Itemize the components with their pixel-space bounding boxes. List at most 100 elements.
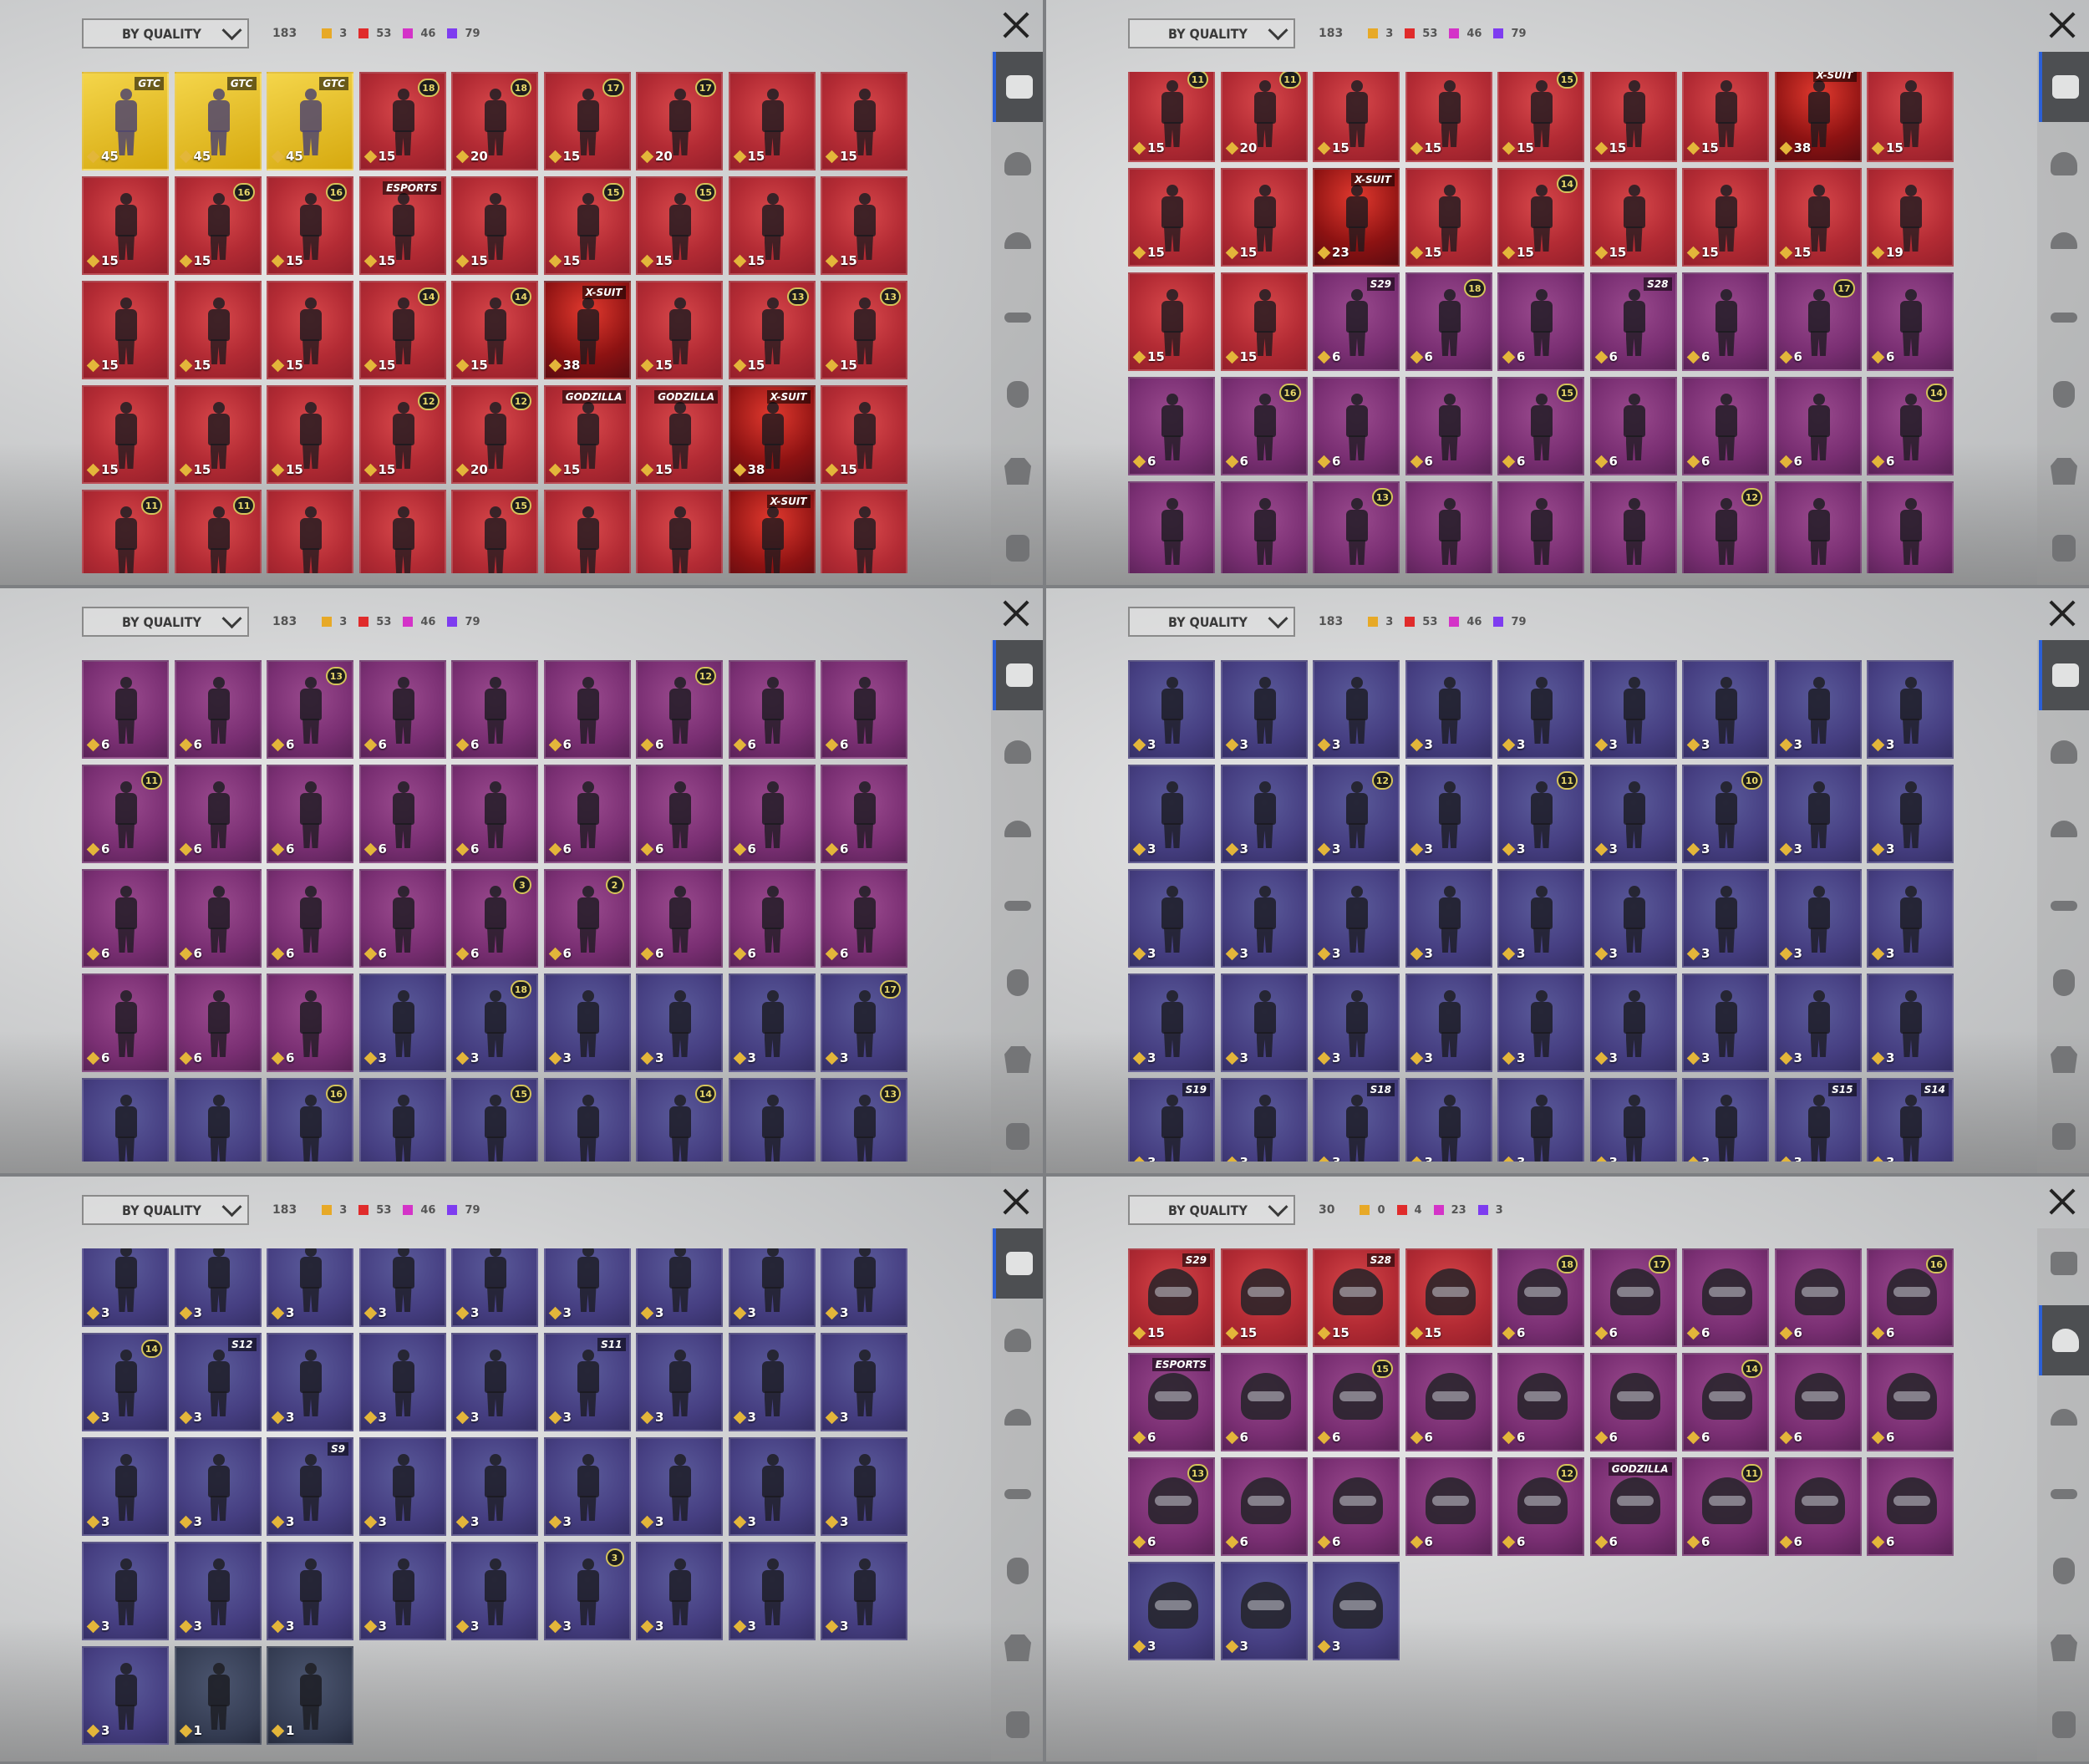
outfit-item[interactable]: GODZILLA 15 — [543, 385, 631, 484]
outfit-item[interactable] — [1867, 481, 1954, 573]
outfit-item[interactable]: 6 — [358, 660, 446, 759]
outfit-item[interactable]: 3 — [358, 1333, 446, 1431]
outfit-item[interactable]: 3 — [1128, 869, 1215, 968]
helmet-item[interactable]: 13 6 — [1128, 1457, 1215, 1556]
outfit-item[interactable]: 3 — [1313, 869, 1400, 968]
tab-glasses[interactable] — [2039, 282, 2089, 353]
close-icon[interactable] — [1001, 598, 1031, 628]
outfit-item[interactable]: 3 — [174, 1248, 262, 1327]
helmet-item[interactable]: S29 15 — [1128, 1248, 1215, 1347]
outfit-item[interactable]: 6 — [1313, 377, 1400, 475]
outfit-item[interactable]: 16 — [267, 1078, 353, 1162]
outfit-item[interactable]: 6 — [1497, 272, 1584, 371]
outfit-item[interactable]: 3 — [1682, 1078, 1769, 1162]
tab-outfit[interactable] — [993, 1228, 1043, 1299]
outfit-item[interactable]: 6 — [728, 765, 816, 863]
outfit-item[interactable]: 12 6 — [636, 660, 723, 759]
helmet-item[interactable]: 6 — [1313, 1457, 1400, 1556]
outfit-item[interactable]: 10 3 — [1682, 765, 1769, 863]
outfit-item[interactable]: 6 — [82, 660, 169, 759]
outfit-item[interactable] — [358, 490, 446, 573]
outfit-item[interactable]: 14 6 — [1867, 377, 1954, 475]
helmet-item[interactable]: 3 — [1313, 1562, 1400, 1660]
outfit-item[interactable]: 3 — [451, 1333, 538, 1431]
outfit-item[interactable] — [543, 490, 631, 573]
outfit-item[interactable]: 3 — [1682, 974, 1769, 1072]
tab-outfit[interactable] — [993, 640, 1043, 710]
outfit-item[interactable]: 16 15 — [267, 176, 353, 275]
outfit-item[interactable]: 3 — [1405, 869, 1492, 968]
outfit-item[interactable]: 3 — [1867, 974, 1954, 1072]
outfit-item[interactable] — [1497, 481, 1584, 573]
outfit-item[interactable]: 15 — [451, 176, 538, 275]
helmet-item[interactable]: 16 6 — [1867, 1248, 1954, 1347]
tab-cap[interactable] — [2039, 794, 2089, 864]
outfit-item[interactable]: 6 — [1128, 377, 1215, 475]
outfit-item[interactable]: 3 — [636, 1542, 723, 1640]
outfit-item[interactable]: 3 — [728, 1437, 816, 1536]
outfit-item[interactable]: 3 — [1220, 1078, 1308, 1162]
outfit-item[interactable]: 11 15 — [1128, 72, 1215, 162]
outfit-item[interactable]: 36 — [451, 869, 538, 968]
outfit-item[interactable]: 3 — [1589, 765, 1677, 863]
tab-cap[interactable] — [993, 206, 1043, 276]
outfit-item[interactable]: 26 — [543, 869, 631, 968]
helmet-item[interactable]: 6 — [1405, 1353, 1492, 1451]
outfit-item[interactable]: 3 — [82, 1646, 169, 1745]
outfit-item[interactable]: 3 — [636, 1333, 723, 1431]
outfit-item[interactable]: 3 — [1497, 1078, 1584, 1162]
sort-dropdown[interactable]: BY QUALITY — [1128, 1195, 1295, 1225]
outfit-item[interactable] — [1405, 481, 1492, 573]
helmet-item[interactable]: 11 6 — [1682, 1457, 1769, 1556]
helmet-item[interactable]: 15 6 — [1313, 1353, 1400, 1451]
outfit-item[interactable]: 3 — [1774, 974, 1862, 1072]
outfit-item[interactable]: 15 — [174, 281, 262, 379]
outfit-item[interactable]: 18 20 — [451, 72, 538, 170]
outfit-item[interactable] — [821, 490, 907, 573]
outfit-item[interactable]: 15 15 — [636, 176, 723, 275]
outfit-item[interactable]: X-SUIT 38 — [1774, 72, 1862, 162]
outfit-item[interactable]: 3 — [1682, 660, 1769, 759]
outfit-item[interactable]: 3 — [821, 1248, 907, 1327]
outfit-item[interactable]: 12 — [1682, 481, 1769, 573]
outfit-item[interactable]: 3 — [728, 1333, 816, 1431]
outfit-item[interactable]: S12 3 — [174, 1333, 262, 1431]
helmet-item[interactable]: 17 6 — [1589, 1248, 1677, 1347]
outfit-item[interactable]: 6 — [1682, 272, 1769, 371]
outfit-item[interactable]: X-SUIT 38 — [728, 385, 816, 484]
outfit-item[interactable]: 15 15 — [543, 176, 631, 275]
helmet-item[interactable]: 6 — [1682, 1248, 1769, 1347]
helmet-item[interactable]: 15 — [1220, 1248, 1308, 1347]
outfit-item[interactable]: 3 — [1405, 1078, 1492, 1162]
sort-dropdown[interactable]: BY QUALITY — [1128, 607, 1295, 637]
helmet-item[interactable]: 6 — [1867, 1457, 1954, 1556]
tab-jacket[interactable] — [2039, 1024, 2089, 1095]
tab-outfit[interactable] — [2039, 640, 2089, 710]
outfit-item[interactable]: 3 — [1128, 765, 1215, 863]
outfit-item[interactable]: 15 — [1405, 168, 1492, 267]
outfit-item[interactable]: 16 6 — [1220, 377, 1308, 475]
outfit-item[interactable]: 6 — [636, 765, 723, 863]
tab-cap[interactable] — [2039, 206, 2089, 276]
outfit-item[interactable]: 14 15 — [358, 281, 446, 379]
helmet-item[interactable]: 6 — [1774, 1248, 1862, 1347]
tab-mask[interactable] — [993, 1536, 1043, 1606]
outfit-item[interactable]: 15 — [82, 385, 169, 484]
sort-dropdown[interactable]: BY QUALITY — [82, 18, 249, 48]
outfit-item[interactable]: 3 — [543, 1437, 631, 1536]
outfit-item[interactable]: 6 — [82, 869, 169, 968]
outfit-item[interactable]: 3 — [636, 1248, 723, 1327]
outfit-item[interactable]: 15 — [728, 176, 816, 275]
sort-dropdown[interactable]: BY QUALITY — [82, 1195, 249, 1225]
outfit-item[interactable]: 6 — [267, 869, 353, 968]
outfit-item[interactable]: 6 — [1774, 377, 1862, 475]
outfit-item[interactable]: 3 — [451, 1248, 538, 1327]
outfit-item[interactable]: 6 — [174, 660, 262, 759]
outfit-item[interactable]: S29 6 — [1313, 272, 1400, 371]
outfit-item[interactable]: 3 — [1220, 869, 1308, 968]
outfit-item[interactable]: 3 — [1867, 660, 1954, 759]
tab-backpack[interactable] — [993, 513, 1043, 583]
outfit-item[interactable]: 6 — [1867, 272, 1954, 371]
outfit-item[interactable]: 3 — [1220, 660, 1308, 759]
outfit-item[interactable]: 3 — [821, 1542, 907, 1640]
